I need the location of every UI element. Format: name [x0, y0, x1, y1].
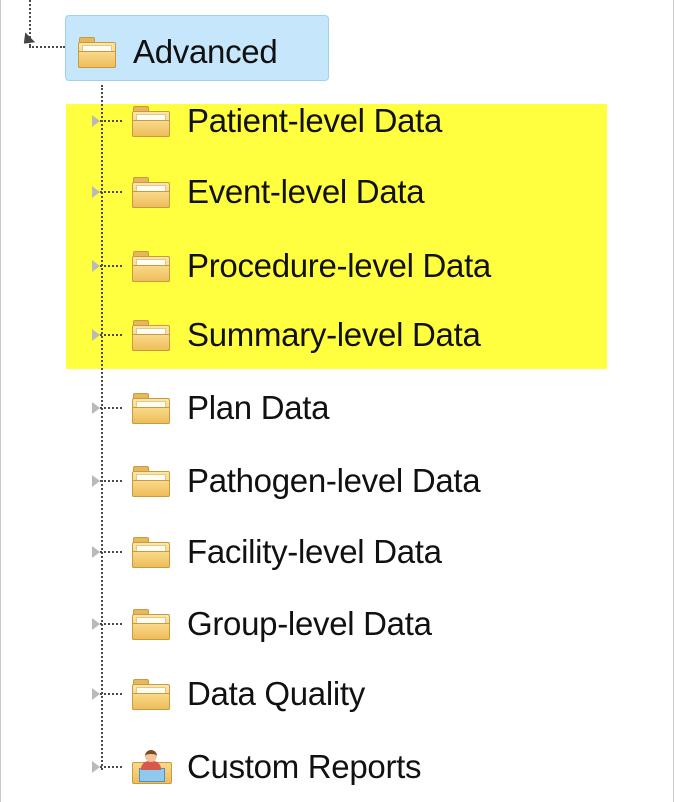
tree-node-label: Event-level Data	[187, 173, 425, 210]
folder-icon	[132, 679, 170, 710]
tree-guide-line	[100, 191, 122, 193]
folder-icon	[132, 320, 170, 351]
tree-node-pathogen-level-data[interactable]: Pathogen-level Data	[92, 451, 481, 511]
expand-arrow-icon[interactable]	[92, 329, 100, 341]
folder-icon	[132, 609, 170, 640]
tree-node-label: Custom Reports	[187, 748, 422, 785]
folder-icon	[78, 37, 116, 68]
folder-icon	[132, 393, 170, 424]
tree-node-label: Pathogen-level Data	[187, 462, 481, 499]
tree-node-group-level-data[interactable]: Group-level Data	[92, 594, 432, 654]
tree-node-facility-level-data[interactable]: Facility-level Data	[92, 522, 442, 582]
tree-guide-line	[100, 693, 122, 695]
tree-node-label: Procedure-level Data	[187, 247, 491, 284]
expand-arrow-icon[interactable]	[92, 618, 100, 630]
tree-node-label: Facility-level Data	[187, 533, 442, 570]
tree-node-label: Summary-level Data	[187, 316, 481, 353]
tree-guide-line	[100, 480, 122, 482]
tree-guide-line	[100, 407, 122, 409]
expand-arrow-icon[interactable]	[92, 475, 100, 487]
folder-icon	[132, 177, 170, 208]
tree-node-advanced[interactable]: Advanced	[65, 15, 329, 81]
tree-guide-line	[29, 46, 65, 48]
tree-guide-line	[100, 551, 122, 553]
tree-node-summary-level-data[interactable]: Summary-level Data	[92, 305, 481, 365]
tree-node-event-level-data[interactable]: Event-level Data	[92, 162, 425, 222]
tree-node-label: Group-level Data	[187, 605, 432, 642]
tree-node-procedure-level-data[interactable]: Procedure-level Data	[92, 236, 491, 296]
expand-arrow-icon[interactable]	[92, 688, 100, 700]
tree-frame-left-border	[0, 0, 1, 802]
tree-guide-line	[100, 766, 122, 768]
tree-node-custom-reports[interactable]: Custom Reports	[92, 737, 422, 797]
tree-guide-line	[100, 623, 122, 625]
tree-node-patient-level-data[interactable]: Patient-level Data	[92, 91, 442, 151]
folder-icon	[132, 106, 170, 137]
tree-node-label: Advanced	[133, 33, 278, 70]
tree-node-data-quality[interactable]: Data Quality	[92, 664, 365, 724]
expand-arrow-icon[interactable]	[92, 260, 100, 272]
tree-node-plan-data[interactable]: Plan Data	[92, 378, 330, 438]
tree-node-label: Patient-level Data	[187, 102, 443, 139]
tree-guide-line	[100, 334, 122, 336]
folder-icon	[132, 537, 170, 568]
expand-arrow-icon[interactable]	[92, 761, 100, 773]
tree-guide-line	[100, 120, 122, 122]
custom-report-icon	[132, 750, 172, 784]
tree-guide-line	[100, 265, 122, 267]
expand-arrow-icon[interactable]	[92, 186, 100, 198]
expand-arrow-icon[interactable]	[92, 115, 100, 127]
tree-node-label: Plan Data	[187, 389, 330, 426]
expand-arrow-icon[interactable]	[92, 546, 100, 558]
expand-arrow-icon[interactable]	[92, 402, 100, 414]
folder-icon	[132, 466, 170, 497]
tree-node-label: Data Quality	[187, 675, 365, 712]
folder-icon	[132, 251, 170, 282]
